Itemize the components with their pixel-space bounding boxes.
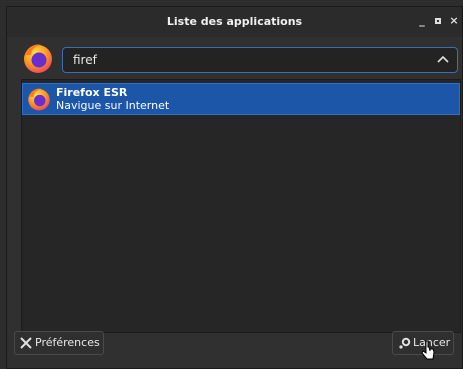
firefox-icon	[28, 88, 50, 111]
title-bar[interactable]: Liste des applications _ ×	[7, 7, 462, 37]
close-button[interactable]: ×	[448, 15, 460, 27]
list-item[interactable]: Firefox ESR Navigue sur Internet	[22, 83, 460, 115]
maximize-button[interactable]	[432, 15, 444, 27]
gear-icon	[399, 337, 411, 349]
tools-icon	[20, 337, 32, 349]
minimize-button[interactable]: _	[416, 15, 428, 27]
preferences-label: Préférences	[35, 336, 100, 349]
mouse-pointer-icon	[421, 340, 435, 360]
search-field[interactable]	[62, 47, 458, 73]
app-name: Firefox ESR	[56, 86, 128, 99]
firefox-icon	[24, 44, 52, 73]
search-input[interactable]	[73, 48, 403, 72]
chevron-up-icon[interactable]	[435, 52, 451, 68]
window-title: Liste des applications	[166, 15, 303, 28]
results-list[interactable]: Firefox ESR Navigue sur Internet	[21, 79, 461, 333]
app-description: Navigue sur Internet	[56, 99, 170, 112]
app-list-window: Liste des applications _ × firef Firefox…	[6, 6, 463, 369]
preferences-button[interactable]: Préférences	[14, 331, 104, 355]
maximize-icon	[435, 18, 441, 24]
